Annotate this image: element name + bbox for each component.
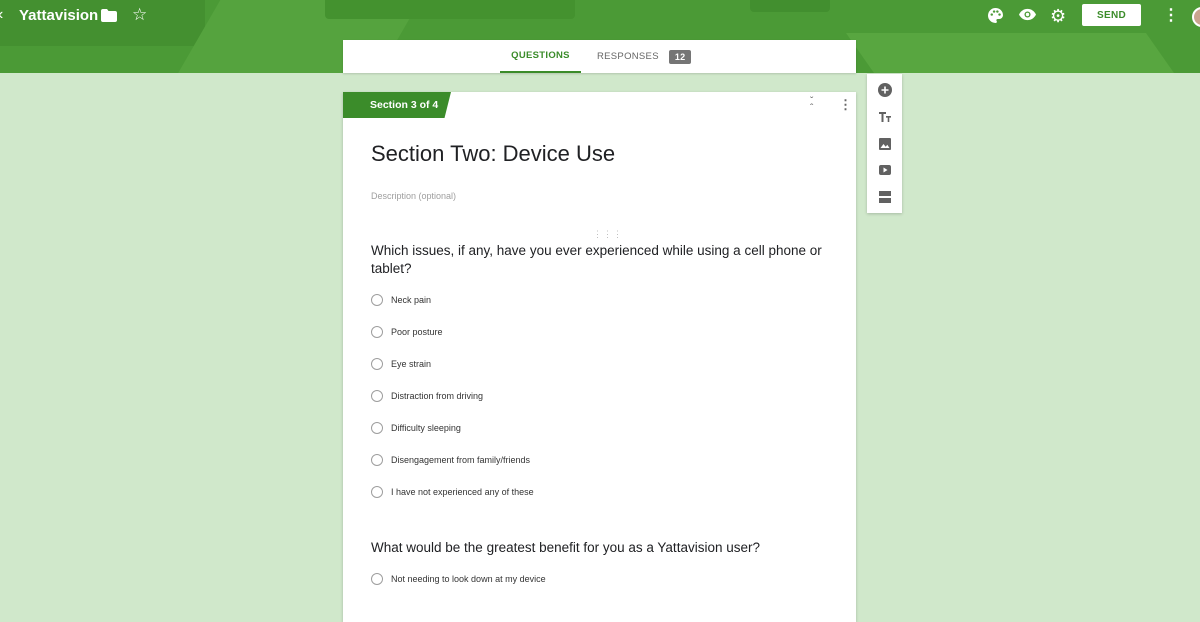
question-title[interactable]: What would be the greatest benefit for y… bbox=[371, 539, 831, 557]
add-image-icon[interactable] bbox=[878, 137, 892, 151]
tab-questions-label: QUESTIONS bbox=[511, 50, 570, 61]
tab-questions[interactable]: QUESTIONS bbox=[500, 40, 581, 73]
option-label: Neck pain bbox=[391, 295, 432, 305]
form-title[interactable]: Yattavision bbox=[19, 7, 98, 24]
option-label: Poor posture bbox=[391, 327, 443, 337]
gear-icon[interactable]: ⚙ bbox=[1050, 6, 1066, 27]
add-video-icon[interactable] bbox=[878, 163, 892, 177]
palette-icon[interactable] bbox=[988, 8, 1003, 28]
option-row[interactable]: Difficulty sleeping bbox=[371, 421, 461, 435]
option-row[interactable]: I have not experienced any of these bbox=[371, 485, 534, 499]
option-row[interactable]: Disengagement from family/friends bbox=[371, 453, 530, 467]
option-label: Eye strain bbox=[391, 359, 432, 369]
option-label: I have not experienced any of these bbox=[391, 487, 534, 497]
radio-icon[interactable] bbox=[371, 454, 383, 466]
tab-responses[interactable]: RESPONSES 12 bbox=[597, 40, 692, 73]
tab-responses-label: RESPONSES bbox=[597, 51, 659, 62]
option-label: Disengagement from family/friends bbox=[391, 455, 531, 465]
form-tabs: QUESTIONS RESPONSES 12 bbox=[343, 40, 856, 73]
section-card: Section 3 of 4 ˇˆ ⋮ Section Two: Device … bbox=[343, 92, 856, 622]
radio-icon[interactable] bbox=[371, 326, 383, 338]
collapse-section-icon[interactable]: ˇˆ bbox=[810, 97, 813, 114]
option-label: Distraction from driving bbox=[391, 391, 484, 401]
send-button[interactable]: SEND bbox=[1082, 4, 1141, 26]
back-arrow-icon[interactable]: ‹ bbox=[0, 6, 3, 24]
add-section-icon[interactable] bbox=[878, 190, 892, 204]
radio-icon[interactable] bbox=[371, 422, 383, 434]
eye-icon[interactable] bbox=[1019, 8, 1036, 26]
section-more-icon[interactable]: ⋮ bbox=[839, 97, 852, 113]
more-vert-icon[interactable]: ⋮ bbox=[1163, 5, 1179, 25]
drag-handle-icon[interactable]: ⋮⋮⋮ bbox=[593, 229, 623, 240]
radio-icon[interactable] bbox=[371, 573, 383, 585]
responses-count-badge: 12 bbox=[668, 49, 692, 64]
question-title[interactable]: Which issues, if any, have you ever expe… bbox=[371, 242, 831, 278]
radio-icon[interactable] bbox=[371, 358, 383, 370]
radio-icon[interactable] bbox=[371, 294, 383, 306]
star-icon[interactable]: ☆ bbox=[132, 5, 147, 25]
header-decoration bbox=[845, 33, 1175, 73]
option-label: Not needing to look down at my device bbox=[391, 574, 546, 584]
question-toolbar bbox=[867, 74, 902, 213]
section-tag: Section 3 of 4 bbox=[343, 92, 451, 118]
option-row[interactable]: Eye strain bbox=[371, 357, 431, 371]
option-row[interactable]: Neck pain bbox=[371, 293, 431, 307]
folder-icon[interactable] bbox=[101, 9, 117, 27]
header-decoration bbox=[750, 0, 830, 12]
header-decoration bbox=[325, 0, 575, 19]
add-title-icon[interactable] bbox=[878, 110, 892, 124]
avatar[interactable] bbox=[1192, 7, 1200, 27]
section-title[interactable]: Section Two: Device Use bbox=[371, 141, 615, 167]
option-label: Difficulty sleeping bbox=[391, 423, 461, 433]
option-row[interactable]: Not needing to look down at my device bbox=[371, 572, 546, 586]
option-row[interactable]: Distraction from driving bbox=[371, 389, 483, 403]
section-description-field[interactable]: Description (optional) bbox=[371, 191, 456, 201]
radio-icon[interactable] bbox=[371, 486, 383, 498]
radio-icon[interactable] bbox=[371, 390, 383, 402]
option-row[interactable]: Poor posture bbox=[371, 325, 443, 339]
add-question-icon[interactable] bbox=[878, 83, 892, 97]
